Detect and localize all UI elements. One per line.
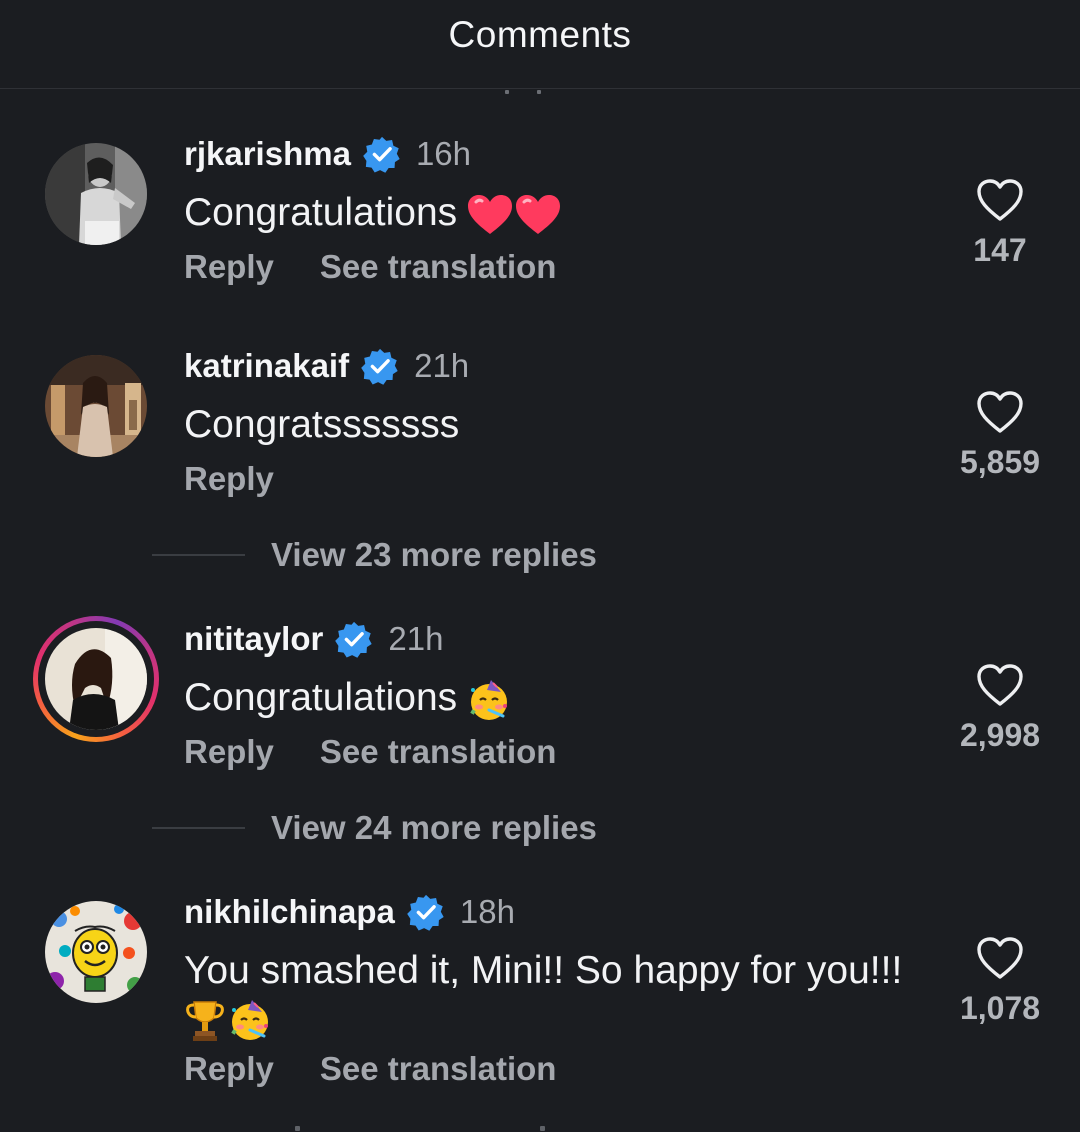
see-translation-button[interactable]: See translation (320, 248, 557, 286)
view-replies-label[interactable]: View 24 more replies (271, 809, 597, 847)
heart-outline-icon[interactable] (976, 936, 1024, 980)
comment-body: Congratulations (184, 676, 458, 719)
reply-button[interactable]: Reply (184, 733, 274, 771)
comment-emoji-line (184, 992, 274, 1044)
like-control: 147 (940, 178, 1060, 269)
comment-time: 16h (415, 135, 471, 172)
trophy-icon (186, 1000, 224, 1041)
comment-meta: rjkarishma 16h (184, 132, 471, 176)
like-count: 1,078 (959, 990, 1041, 1026)
red-heart-icon (516, 194, 561, 234)
scroll-edge-fragment (0, 1124, 1080, 1132)
scroll-edge-fragment (505, 90, 545, 96)
comment-text: You smashed it, Mini!! So happy for you!… (184, 945, 902, 997)
partying-face-icon (470, 679, 508, 720)
partying-face-icon (231, 999, 268, 1040)
heart-outline-icon[interactable] (976, 178, 1024, 222)
view-replies-toggle[interactable]: View 24 more replies (152, 805, 597, 851)
avatar[interactable] (45, 901, 147, 1003)
comment-body: Congratsssssss (184, 403, 460, 446)
divider-line (152, 827, 245, 829)
username[interactable]: katrinakaif (184, 347, 349, 385)
comment-meta: katrinakaif 21h (184, 344, 469, 388)
comment-time: 21h (414, 347, 470, 384)
like-control: 5,859 (940, 390, 1060, 481)
verified-badge-icon (363, 136, 400, 173)
comment-text: Congratsssssss (184, 399, 459, 451)
comment-body: You smashed it, Mini!! So happy for you!… (184, 949, 903, 992)
comment-meta: nikhilchinapa 18h (184, 890, 515, 934)
comments-header: Comments (0, 0, 1080, 89)
verified-badge-icon (361, 348, 398, 385)
comment-body: Congratulations (184, 191, 458, 234)
heart-outline-icon[interactable] (976, 663, 1024, 707)
like-count: 2,998 (959, 717, 1041, 753)
avatar[interactable] (45, 355, 147, 457)
emoji-group (467, 194, 563, 236)
verified-badge-icon (335, 621, 373, 658)
see-translation-button[interactable]: See translation (320, 733, 557, 771)
username[interactable]: nititaylor (184, 620, 323, 658)
comment-meta: nititaylor 21h (184, 617, 443, 661)
story-ring[interactable] (33, 616, 159, 742)
comment-actions: Reply See translation (184, 1046, 602, 1092)
reply-button[interactable]: Reply (184, 1050, 274, 1088)
avatar[interactable] (45, 628, 147, 730)
like-count: 147 (973, 232, 1027, 268)
emoji-group (467, 678, 513, 722)
like-control: 1,078 (940, 936, 1060, 1027)
username[interactable]: nikhilchinapa (184, 893, 395, 931)
comment-actions: Reply See translation (184, 729, 602, 775)
comment-text: Congratulations (184, 187, 563, 239)
reply-button[interactable]: Reply (184, 460, 274, 498)
view-replies-toggle[interactable]: View 23 more replies (152, 532, 597, 578)
verified-badge-icon (407, 894, 444, 931)
view-replies-label[interactable]: View 23 more replies (271, 536, 597, 574)
comment-text: Congratulations (184, 672, 513, 724)
comment-actions: Reply (184, 456, 320, 502)
emoji-group (184, 998, 274, 1042)
username[interactable]: rjkarishma (184, 135, 351, 173)
like-count: 5,859 (959, 444, 1041, 480)
comment-time: 18h (459, 893, 515, 930)
comment-time: 21h (388, 620, 444, 657)
heart-outline-icon[interactable] (976, 390, 1024, 434)
comment-actions: Reply See translation (184, 244, 602, 290)
avatar[interactable] (45, 143, 147, 245)
header-title: Comments (448, 14, 632, 55)
red-heart-icon (468, 194, 513, 234)
reply-button[interactable]: Reply (184, 248, 274, 286)
divider-line (152, 554, 245, 556)
like-control: 2,998 (940, 663, 1060, 754)
see-translation-button[interactable]: See translation (320, 1050, 557, 1088)
